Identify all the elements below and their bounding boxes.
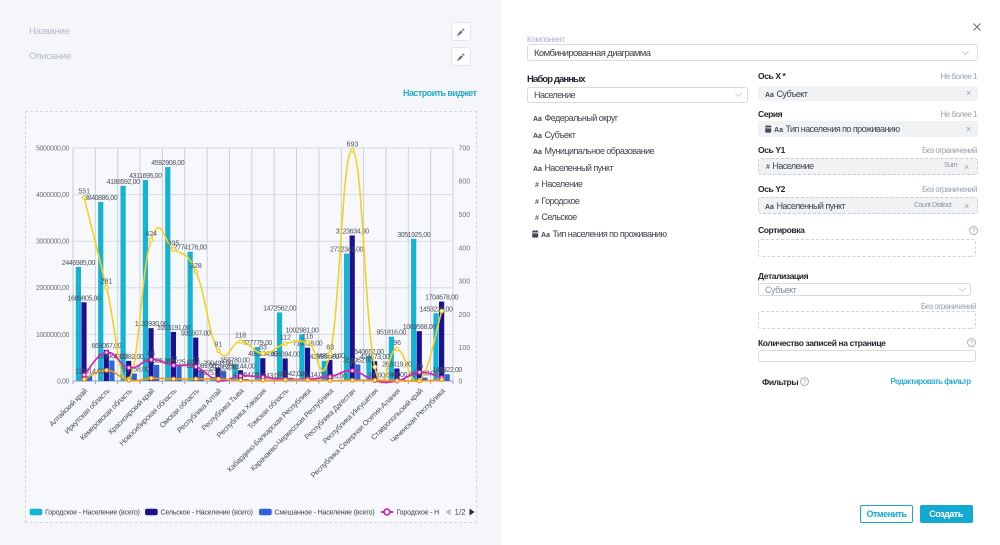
svg-text:500: 500 <box>459 212 471 219</box>
svg-text:700: 700 <box>459 145 471 152</box>
svg-text:2446985,00: 2446985,00 <box>62 260 95 267</box>
svg-text:112: 112 <box>280 335 291 342</box>
svg-text:1704678,00: 1704678,00 <box>425 295 458 302</box>
svg-text:35: 35 <box>349 362 357 369</box>
svg-text:47: 47 <box>170 356 178 363</box>
svg-text:26: 26 <box>416 363 424 370</box>
svg-text:1472562,00: 1472562,00 <box>263 305 296 312</box>
svg-text:4592908,00: 4592908,00 <box>151 160 184 167</box>
svg-text:0: 0 <box>459 378 463 385</box>
svg-text:2000000,00: 2000000,00 <box>36 285 69 292</box>
svg-text:Сельское - Население (всего): Сельское - Население (всего) <box>161 510 253 517</box>
svg-text:5000000,00: 5000000,00 <box>36 145 69 152</box>
svg-text:600: 600 <box>459 179 471 186</box>
svg-text:484394,00: 484394,00 <box>270 351 300 358</box>
svg-text:116: 116 <box>302 333 313 340</box>
svg-text:1453223,00: 1453223,00 <box>420 306 453 313</box>
svg-text:83: 83 <box>259 344 267 351</box>
svg-text:230144,00: 230144,00 <box>226 363 256 370</box>
svg-text:3840886,00: 3840886,00 <box>84 195 117 202</box>
svg-text:281: 281 <box>101 279 113 286</box>
svg-text:43: 43 <box>192 358 200 365</box>
svg-text:3000000,00: 3000000,00 <box>36 239 69 246</box>
svg-text:91: 91 <box>214 342 222 349</box>
svg-text:328: 328 <box>190 263 202 270</box>
svg-text:10: 10 <box>438 369 446 376</box>
svg-text:1069568,00: 1069568,00 <box>403 324 436 331</box>
svg-text:3051925,00: 3051925,00 <box>397 232 430 239</box>
svg-text:0,00: 0,00 <box>57 378 70 385</box>
svg-text:4311695,00: 4311695,00 <box>129 173 162 180</box>
svg-text:1689805,00: 1689805,00 <box>68 295 101 302</box>
svg-text:424673,00: 424673,00 <box>360 354 390 361</box>
svg-text:Городское - Население (всего): Городское - Население (всего) <box>45 510 140 517</box>
svg-text:Смешанное - Население (всего): Смешанное - Население (всего) <box>275 510 375 517</box>
svg-text:395: 395 <box>168 241 180 248</box>
svg-text:96: 96 <box>393 340 401 347</box>
svg-text:1/2: 1/2 <box>455 508 467 517</box>
svg-text:Городское - Н: Городское - Н <box>397 510 440 517</box>
svg-text:118: 118 <box>235 333 246 340</box>
svg-text:4000000,00: 4000000,00 <box>36 192 69 199</box>
svg-text:64: 64 <box>147 351 155 358</box>
svg-text:551: 551 <box>78 189 90 196</box>
svg-text:83: 83 <box>326 344 334 351</box>
svg-text:424: 424 <box>145 231 157 238</box>
svg-text:113314,00: 113314,00 <box>75 369 104 376</box>
svg-text:400: 400 <box>459 245 471 252</box>
svg-text:200: 200 <box>459 312 471 319</box>
svg-text:100: 100 <box>459 345 471 352</box>
svg-text:693: 693 <box>347 141 359 148</box>
svg-text:1000000,00: 1000000,00 <box>36 332 69 339</box>
svg-text:931607,00: 931607,00 <box>181 331 211 338</box>
svg-text:2732341,00: 2732341,00 <box>330 247 363 254</box>
svg-text:300: 300 <box>459 279 471 286</box>
